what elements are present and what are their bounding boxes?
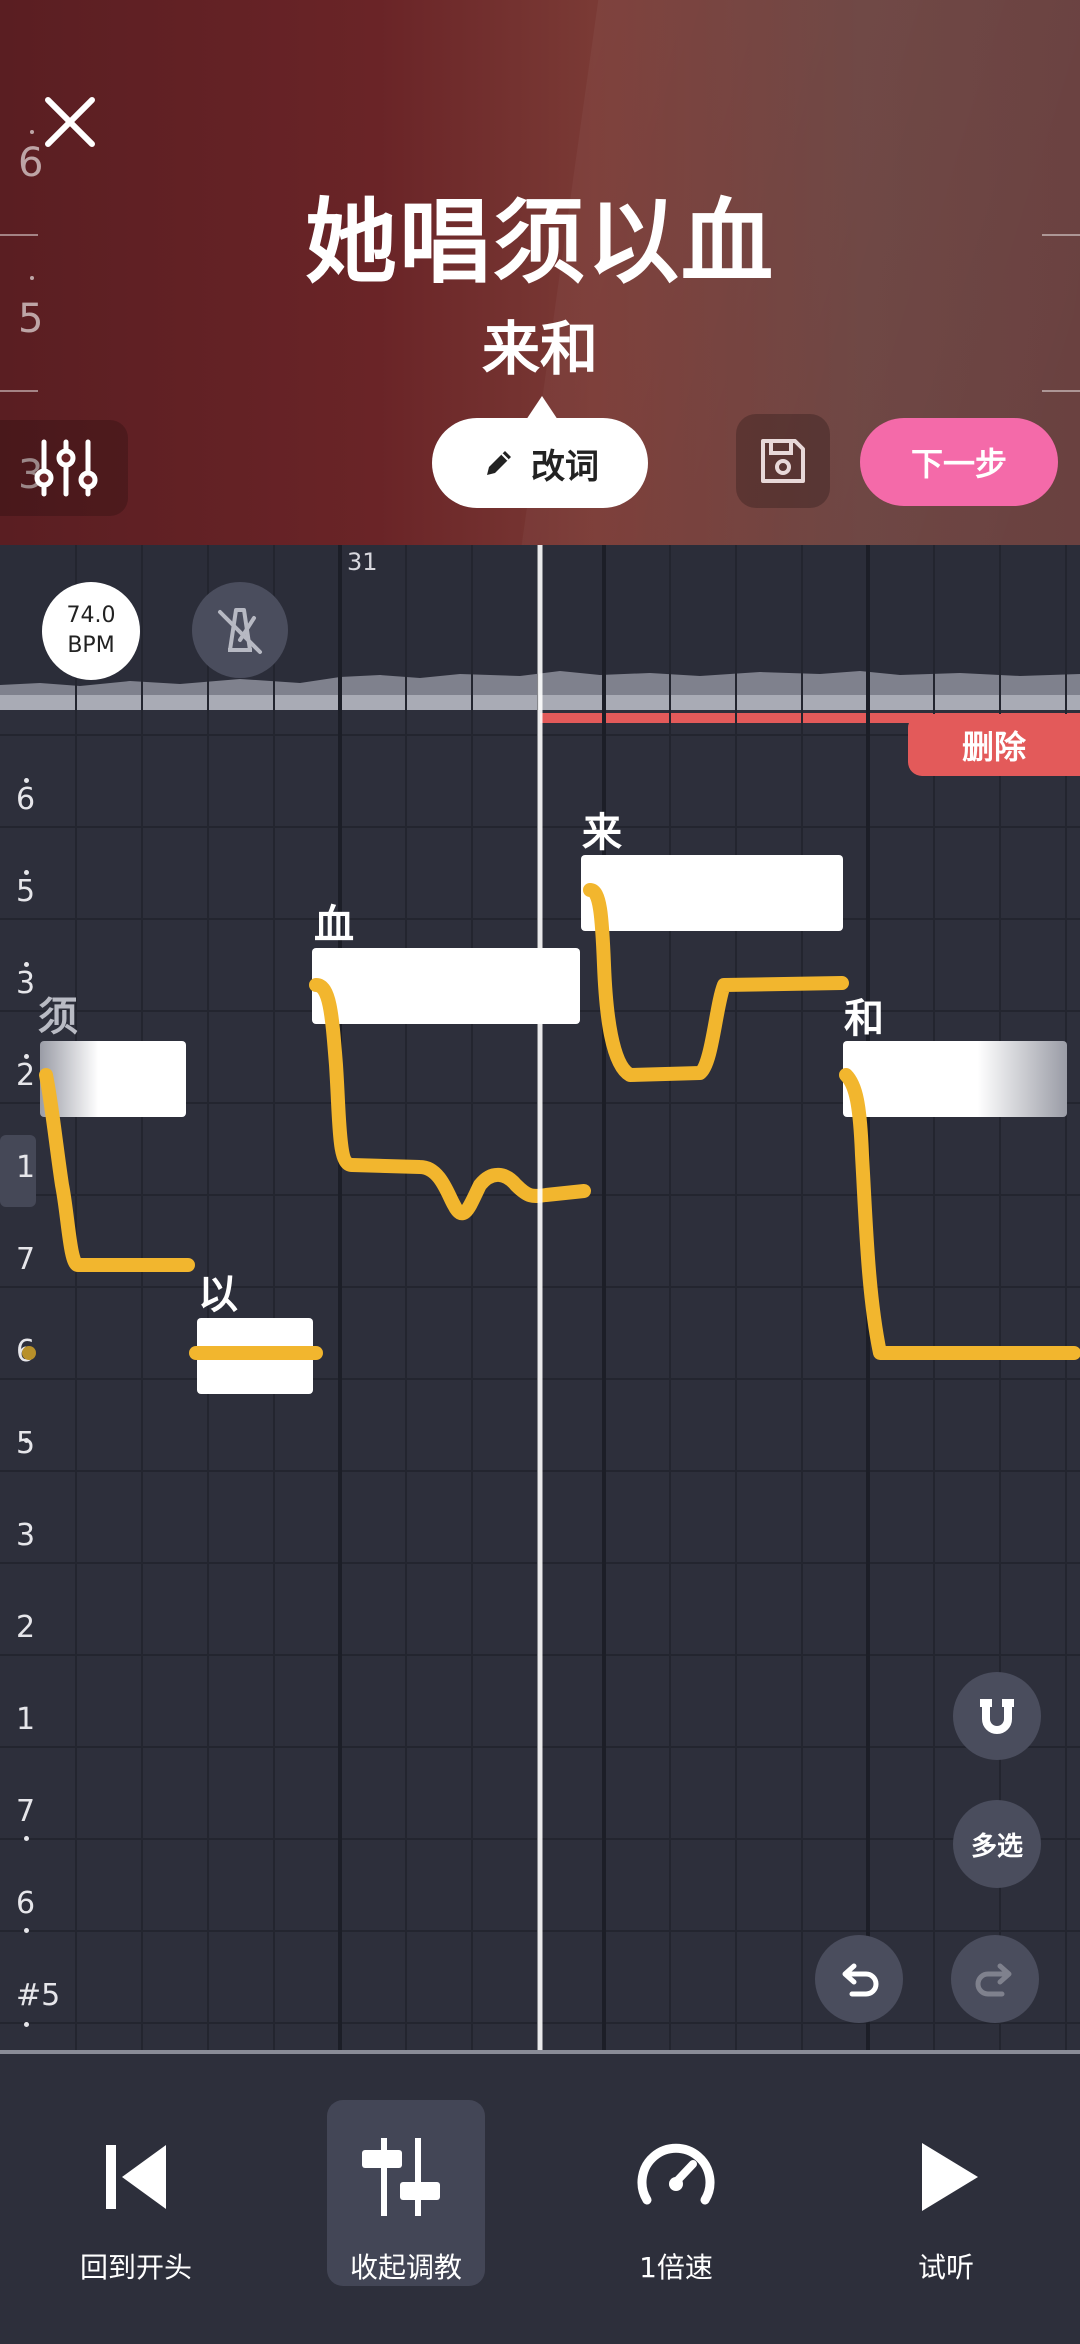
scale-label: 5 <box>16 874 36 909</box>
collapse-tuning-label: 收起调教 <box>349 2251 462 2284</box>
scale-label: #5 <box>16 1978 61 2013</box>
redo-icon <box>975 1963 1012 1997</box>
magnet-button[interactable] <box>953 1672 1041 1760</box>
preview-button[interactable]: 试听 <box>866 2100 1026 2286</box>
scale-label: 1 <box>16 1702 36 1737</box>
scale-label: 7 <box>16 1242 36 1277</box>
edit-lyrics-button[interactable]: 改词 <box>432 418 648 508</box>
sliders-icon <box>34 439 98 497</box>
mixer-button[interactable] <box>0 420 128 516</box>
back-to-start-label: 回到开头 <box>79 2251 192 2284</box>
scale-label: 5 <box>16 1426 36 1461</box>
pitch-indicator-dot <box>22 1346 36 1360</box>
note-block[interactable] <box>40 1041 186 1117</box>
speed-label: 1倍速 <box>639 2251 713 2284</box>
scale-label: 2 <box>16 1610 36 1645</box>
redo-button[interactable] <box>951 1935 1039 2023</box>
note-label: 和 <box>844 996 884 1042</box>
undo-button[interactable] <box>815 1935 903 2023</box>
scale-dot <box>24 1836 29 1841</box>
pencil-icon <box>487 451 511 475</box>
scale-dot <box>24 2022 29 2027</box>
magnet-icon <box>980 1699 1014 1734</box>
ruler-marker: 31 <box>347 548 378 576</box>
scale-label: 7 <box>16 1794 36 1829</box>
scale-dot <box>24 962 29 967</box>
lyrics-title: 她唱须以血 <box>304 189 775 296</box>
note-label: 须 <box>38 994 78 1040</box>
close-button[interactable] <box>40 92 100 152</box>
note-label: 以 <box>198 1272 238 1318</box>
scale-tick <box>1042 390 1080 392</box>
edit-caret <box>526 396 558 420</box>
play-icon <box>896 2130 996 2224</box>
save-button[interactable] <box>736 414 830 508</box>
scale-dot <box>24 870 29 875</box>
speed-button[interactable]: 1倍速 <box>596 2100 756 2286</box>
bpm-value: 74.0 <box>66 603 116 628</box>
scale-label[interactable]: 1 <box>16 1150 56 1185</box>
back-to-start-button[interactable]: 回到开头 <box>56 2100 216 2286</box>
metronome-button[interactable] <box>192 582 288 678</box>
skip-back-icon <box>86 2130 186 2224</box>
undo-icon <box>842 1963 879 1997</box>
collapse-tuning-button[interactable]: 收起调教 <box>327 2100 485 2286</box>
lyrics-subtitle: 来和 <box>481 315 598 383</box>
note-block[interactable] <box>581 855 843 931</box>
note-label: 血 <box>314 902 354 948</box>
preview-label: 试听 <box>917 2251 974 2284</box>
speedometer-icon <box>626 2130 726 2224</box>
scale-label: 6 <box>16 1886 36 1921</box>
note-block[interactable] <box>197 1318 313 1394</box>
multi-select-button[interactable]: 多选 <box>953 1800 1041 1888</box>
note-block[interactable] <box>843 1041 1067 1117</box>
scale-label: 6 <box>16 782 36 817</box>
bpm-button[interactable]: 74.0 BPM <box>42 582 140 680</box>
edit-lyrics-label: 改词 <box>531 446 599 487</box>
next-step-button[interactable]: 下一步 <box>860 418 1058 506</box>
scale-dot <box>24 1438 29 1443</box>
close-icon <box>45 97 95 147</box>
scale-dot <box>24 1928 29 1933</box>
scale-dot <box>24 778 29 783</box>
note-block[interactable] <box>312 948 580 1024</box>
note-label: 来 <box>582 810 622 856</box>
delete-button[interactable]: 删除 <box>908 714 1080 776</box>
scale-tick <box>0 390 38 392</box>
bpm-unit: BPM <box>67 633 115 658</box>
scale-dot <box>30 130 34 134</box>
scale-label: 3 <box>16 1518 36 1553</box>
tuning-sliders-icon <box>356 2130 456 2224</box>
save-icon <box>761 439 805 483</box>
scale-dot <box>24 1054 29 1059</box>
metronome-off-icon <box>218 608 262 654</box>
